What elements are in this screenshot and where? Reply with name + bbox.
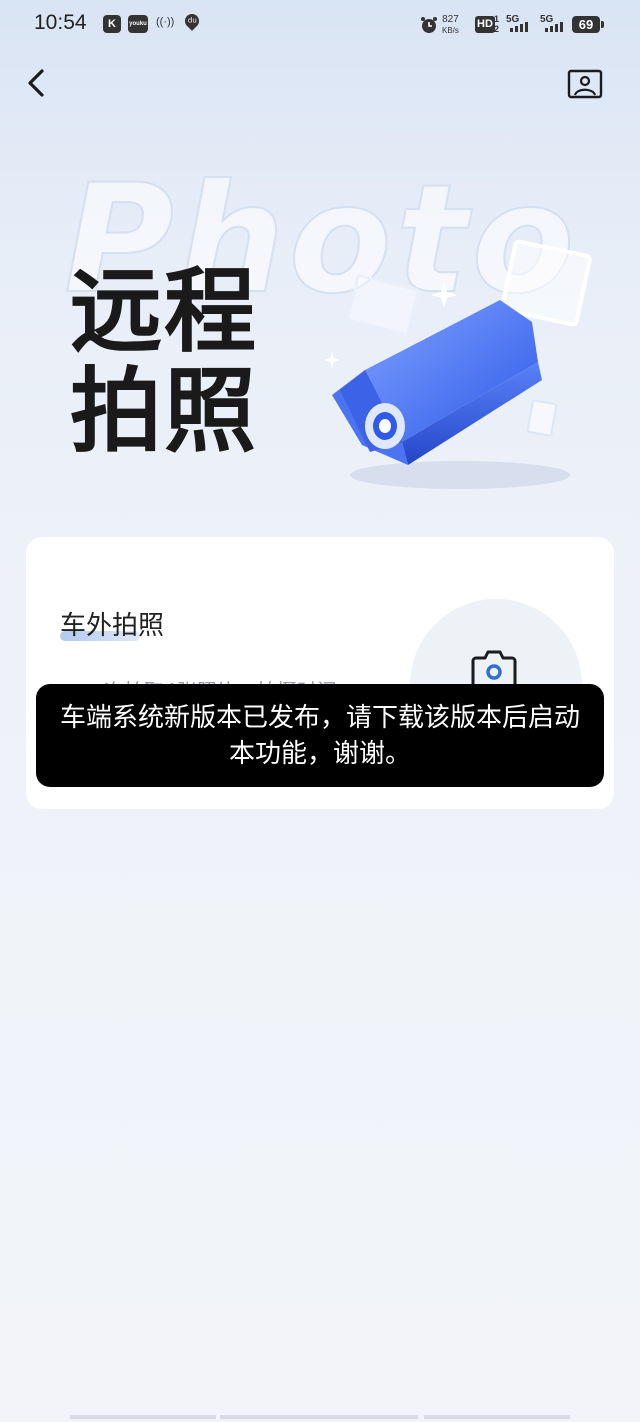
net-speed-unit: KB/s — [442, 26, 459, 35]
photo-album-button[interactable] — [566, 68, 604, 100]
card-title: 车外拍照 — [60, 611, 165, 641]
status-time: 10:54 — [34, 11, 87, 34]
net-speed: 827 KB/s — [442, 14, 459, 36]
nav-indicator-left — [70, 1415, 216, 1419]
toast-message: 车端系统新版本已发布，请下载该版本后启动本功能，谢谢。 — [36, 684, 604, 787]
chevron-left-icon — [28, 69, 44, 97]
toast-text: 车端系统新版本已发布，请下载该版本后启动本功能，谢谢。 — [60, 702, 581, 769]
page-title: 远程 拍照 — [70, 262, 290, 462]
nav-indicator-center — [220, 1415, 418, 1419]
battery-indicator: 69 — [572, 16, 604, 33]
youku-icon: youku — [128, 15, 148, 33]
du-icon: du — [182, 11, 202, 31]
net-speed-value: 827 — [442, 14, 459, 25]
security-camera-illustration — [324, 239, 592, 489]
back-button[interactable] — [22, 66, 54, 100]
page-title-line2: 拍照 — [70, 358, 259, 465]
photo-album-icon — [567, 69, 603, 99]
sim2-signal-icon — [545, 22, 563, 32]
sim-numbers: 12 — [494, 14, 500, 34]
hotspot-icon: ((·)) — [156, 16, 175, 28]
app-k-icon: K — [103, 15, 121, 33]
page-title-line1: 远程 — [70, 258, 259, 365]
status-bar: 10:54 K youku ((·)) du 827 KB/s HD 12 5G… — [0, 0, 640, 50]
sim1-signal-icon — [510, 22, 528, 32]
nav-indicator-right — [424, 1415, 570, 1419]
hd-badge: HD — [475, 16, 495, 33]
alarm-icon — [421, 17, 437, 33]
